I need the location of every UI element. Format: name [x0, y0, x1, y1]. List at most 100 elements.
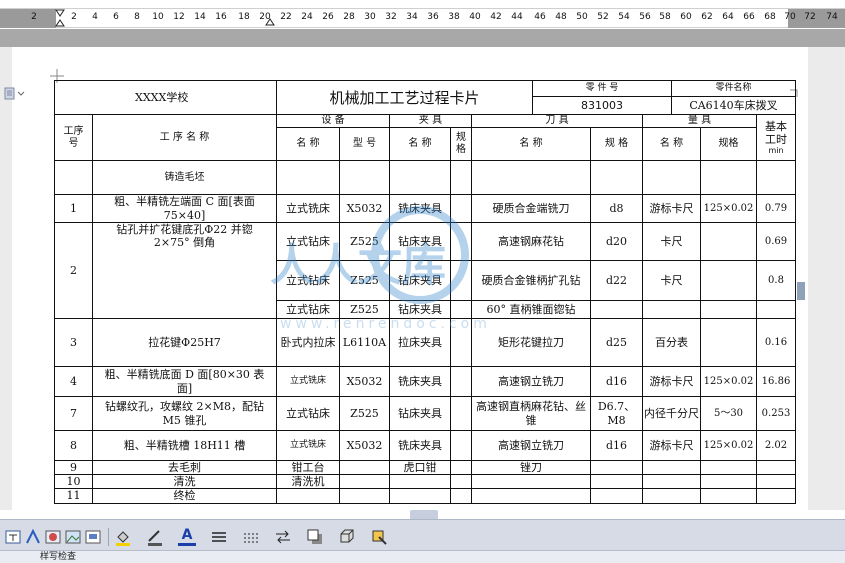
- cell-tool: 硬质合金端铣刀: [471, 194, 591, 223]
- cell-op: 拉花键Φ25H7: [92, 318, 277, 367]
- 3d-style-icon[interactable]: [338, 528, 356, 546]
- cell-op: 粗、半精铣左端面 C 面[表面 75×40]: [92, 194, 277, 223]
- header-eq-name: 名 称: [276, 127, 340, 161]
- card-title: 机械加工工艺过程卡片: [276, 80, 533, 115]
- text-box-icon[interactable]: [4, 528, 22, 546]
- cell-eq: 卧式内拉床: [276, 318, 340, 367]
- cell-fxspec: [450, 222, 472, 261]
- ruler-tick-label: 62: [701, 12, 713, 22]
- cell-fixture: 虎口钳: [389, 459, 451, 476]
- cell-model: [339, 459, 390, 476]
- scroll-side-tab[interactable]: [797, 282, 805, 300]
- ruler-tick-label: 50: [576, 12, 588, 22]
- cell-fxspec: [450, 194, 472, 223]
- cell-tool: [471, 474, 591, 490]
- ruler-tick-label: 56: [639, 12, 651, 22]
- cell-op: 粗、半精铣底面 D 面[80×30 表面]: [92, 366, 277, 397]
- font-color-icon[interactable]: A: [178, 528, 196, 546]
- cell-time: 16.86: [756, 366, 796, 397]
- cell-model: [339, 474, 390, 490]
- tab-stop-icon[interactable]: [265, 9, 275, 29]
- cell-time: [756, 474, 796, 490]
- table-row: 1 粗、半精铣左端面 C 面[表面 75×40] 立式铣床 X5032 铣床夹具 硬质合金…: [54, 194, 796, 223]
- dash-style-icon[interactable]: [242, 528, 260, 546]
- cell-time: [756, 488, 796, 504]
- horizontal-ruler[interactable]: 2 2 4 6 8 10 12 14 16 18 20 22 24 26 28 30 32 34 36 38 40 42 4…: [0, 8, 845, 28]
- cell-time: 0.16: [756, 318, 796, 367]
- cell-fxspec: [450, 318, 472, 367]
- cell-fixture: 钻床夹具: [389, 260, 451, 301]
- cell-gauge: 游标卡尺: [642, 194, 701, 223]
- first-line-indent-icon[interactable]: [55, 9, 65, 29]
- ruler-tick-label: 2: [31, 12, 37, 22]
- cell-eq: 清洗机: [276, 474, 340, 490]
- toolbar-separator: [108, 528, 109, 546]
- table-row: 10 清洗 清洗机: [54, 474, 796, 490]
- cell-tool: 高速钢立铣刀: [471, 366, 591, 397]
- ruler-tick-label: 48: [555, 12, 567, 22]
- cell-model: X5032: [339, 194, 390, 223]
- picture-icon[interactable]: [64, 528, 82, 546]
- ruler-tick-label: 64: [722, 12, 734, 22]
- cell-model: L6110A: [339, 318, 390, 367]
- ruler-tick-label: 44: [511, 12, 523, 22]
- ruler-tick-label: 52: [597, 12, 609, 22]
- document-map-icon[interactable]: [4, 87, 26, 101]
- cell-model: Z525: [339, 222, 390, 261]
- header-gauge-name: 名 称: [642, 127, 701, 161]
- cell-fxspec: [450, 459, 472, 476]
- cell-gauge: [642, 300, 701, 319]
- document-top-gutter: [0, 29, 845, 47]
- cell-model: [339, 160, 390, 195]
- ruler-tick-label: 72: [804, 12, 816, 22]
- cell-time: 2.02: [756, 430, 796, 461]
- cell-seq: 9: [54, 459, 93, 476]
- cell-gspec: 125×0.02: [700, 366, 757, 397]
- ruler-tick-label: 66: [743, 12, 755, 22]
- cell-gauge: [642, 488, 701, 504]
- diagram-icon[interactable]: [84, 528, 102, 546]
- cell-gspec: [700, 459, 757, 476]
- arrow-style-icon[interactable]: [274, 528, 292, 546]
- cell-gauge: 游标卡尺: [642, 366, 701, 397]
- line-style-icon[interactable]: [210, 528, 228, 546]
- ruler-tick-label: 6: [113, 12, 119, 22]
- cell-eq: 立式钻床: [276, 222, 340, 261]
- cell-time: 0.69: [756, 222, 796, 261]
- cell-tspec: [590, 474, 643, 490]
- ruler-tick-label: 4: [92, 12, 98, 22]
- cell-gspec: 125×0.02: [700, 194, 757, 223]
- cell-seq: 4: [54, 366, 93, 397]
- cell-time: [756, 300, 796, 319]
- shadow-icon[interactable]: [306, 528, 324, 546]
- cell-seq: 7: [54, 396, 93, 431]
- cell-gspec: 125×0.02: [700, 430, 757, 461]
- header-time-unit: min: [768, 145, 784, 155]
- cell-tspec: [590, 160, 643, 195]
- cell-tool: 高速钢立铣刀: [471, 430, 591, 461]
- clipart-icon[interactable]: [44, 528, 62, 546]
- process-rows: 铸造毛坯 1 粗、半精铣左端面 C 面[表面 75×40] 立式铣床 X5032 铣床夹具…: [54, 160, 796, 504]
- table-row: 9 去毛刺 钳工台 虎口钳 锉刀: [54, 459, 796, 476]
- cell-seq: 8: [54, 430, 93, 461]
- school-name: XXXX学校: [54, 80, 277, 115]
- wordart-icon[interactable]: [24, 528, 42, 546]
- cell-eq: 立式钻床: [276, 300, 340, 319]
- ruler-tick-label: 28: [343, 12, 355, 22]
- select-objects-icon[interactable]: [370, 528, 388, 546]
- fill-color-icon[interactable]: [114, 528, 132, 546]
- cell-fixture: 钻床夹具: [389, 396, 451, 431]
- header-basic-time: 基本 工时: [765, 119, 787, 146]
- cell-seq: [54, 160, 93, 195]
- cell-fxspec: [450, 474, 472, 490]
- cell-gauge: 内径千分尺: [642, 396, 701, 431]
- cell-gspec: [700, 160, 757, 195]
- cell-time: 0.79: [756, 194, 796, 223]
- cell-op: 钻孔并扩花键底孔Φ22 并锪 2×75° 倒角: [92, 222, 277, 319]
- cell-fixture: 铣床夹具: [389, 366, 451, 397]
- cell-fixture: [389, 160, 451, 195]
- line-color-icon[interactable]: [146, 528, 164, 546]
- cell-tspec: [590, 459, 643, 476]
- cell-seq: 11: [54, 488, 93, 504]
- cell-seq: 2: [54, 222, 93, 319]
